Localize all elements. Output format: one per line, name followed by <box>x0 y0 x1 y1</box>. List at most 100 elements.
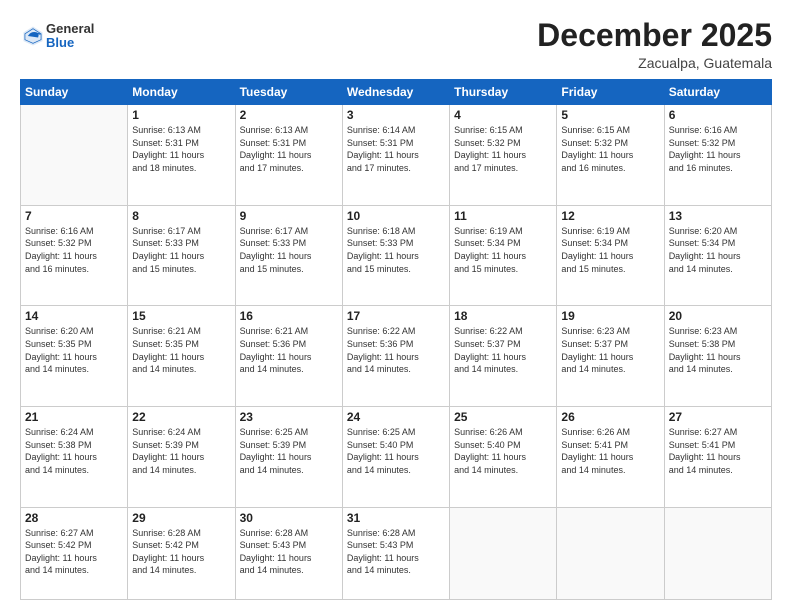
day-number: 14 <box>25 309 123 323</box>
table-row: 6 Sunrise: 6:16 AM Sunset: 5:32 PM Daylig… <box>664 105 771 206</box>
day-number: 8 <box>132 209 230 223</box>
day-number: 21 <box>25 410 123 424</box>
day-info: Sunrise: 6:23 AM Sunset: 5:38 PM Dayligh… <box>669 325 767 375</box>
day-info: Sunrise: 6:21 AM Sunset: 5:35 PM Dayligh… <box>132 325 230 375</box>
table-row <box>664 507 771 599</box>
table-row: 23Sunrise: 6:25 AM Sunset: 5:39 PM Dayli… <box>235 407 342 508</box>
month-title: December 2025 <box>537 18 772 53</box>
day-number: 31 <box>347 511 445 525</box>
table-row: 31 Sunrise: 6:28 AM Sunset: 5:43 PM Dayli… <box>342 507 449 599</box>
day-info: Sunrise: 6:24 AM Sunset: 5:39 PM Dayligh… <box>132 426 230 476</box>
col-monday: Monday <box>128 80 235 105</box>
day-number: 5 <box>561 108 659 122</box>
location-subtitle: Zacualpa, Guatemala <box>537 55 772 71</box>
table-row: 5 Sunrise: 6:15 AM Sunset: 5:32 PM Daylig… <box>557 105 664 206</box>
calendar-week-4: 28Sunrise: 6:27 AM Sunset: 5:42 PM Dayli… <box>21 507 772 599</box>
table-row <box>557 507 664 599</box>
table-row: 20Sunrise: 6:23 AM Sunset: 5:38 PM Dayli… <box>664 306 771 407</box>
day-info: Sunrise: 6:28 AM Sunset: 5:43 PM Dayligh… <box>347 527 445 577</box>
calendar-week-3: 21 Sunrise: 6:24 AM Sunset: 5:38 PM Dayli… <box>21 407 772 508</box>
day-number: 19 <box>561 309 659 323</box>
table-row: 26Sunrise: 6:26 AM Sunset: 5:41 PM Dayli… <box>557 407 664 508</box>
day-info: Sunrise: 6:20 AM Sunset: 5:34 PM Dayligh… <box>669 225 767 275</box>
calendar-table: Sunday Monday Tuesday Wednesday Thursday… <box>20 79 772 600</box>
table-row: 19Sunrise: 6:23 AM Sunset: 5:37 PM Dayli… <box>557 306 664 407</box>
table-row <box>21 105 128 206</box>
table-row: 22 Sunrise: 6:24 AM Sunset: 5:39 PM Dayli… <box>128 407 235 508</box>
table-row: 11 Sunrise: 6:19 AM Sunset: 5:34 PM Dayli… <box>450 205 557 306</box>
table-row: 29Sunrise: 6:28 AM Sunset: 5:42 PM Dayli… <box>128 507 235 599</box>
col-wednesday: Wednesday <box>342 80 449 105</box>
table-row: 27 Sunrise: 6:27 AM Sunset: 5:41 PM Dayli… <box>664 407 771 508</box>
calendar-header-row: Sunday Monday Tuesday Wednesday Thursday… <box>21 80 772 105</box>
day-number: 2 <box>240 108 338 122</box>
day-info: Sunrise: 6:21 AM Sunset: 5:36 PM Dayligh… <box>240 325 338 375</box>
table-row: 14 Sunrise: 6:20 AM Sunset: 5:35 PM Dayli… <box>21 306 128 407</box>
calendar-week-0: 1 Sunrise: 6:13 AM Sunset: 5:31 PM Daylig… <box>21 105 772 206</box>
day-number: 11 <box>454 209 552 223</box>
table-row: 21 Sunrise: 6:24 AM Sunset: 5:38 PM Dayli… <box>21 407 128 508</box>
calendar-week-1: 7 Sunrise: 6:16 AM Sunset: 5:32 PM Daylig… <box>21 205 772 306</box>
day-info: Sunrise: 6:17 AM Sunset: 5:33 PM Dayligh… <box>132 225 230 275</box>
day-info: Sunrise: 6:16 AM Sunset: 5:32 PM Dayligh… <box>25 225 123 275</box>
day-info: Sunrise: 6:15 AM Sunset: 5:32 PM Dayligh… <box>454 124 552 174</box>
table-row: 7 Sunrise: 6:16 AM Sunset: 5:32 PM Daylig… <box>21 205 128 306</box>
day-info: Sunrise: 6:13 AM Sunset: 5:31 PM Dayligh… <box>132 124 230 174</box>
col-sunday: Sunday <box>21 80 128 105</box>
table-row: 30Sunrise: 6:28 AM Sunset: 5:43 PM Dayli… <box>235 507 342 599</box>
day-info: Sunrise: 6:18 AM Sunset: 5:33 PM Dayligh… <box>347 225 445 275</box>
table-row: 18 Sunrise: 6:22 AM Sunset: 5:37 PM Dayli… <box>450 306 557 407</box>
logo-general-text: General <box>46 22 94 36</box>
table-row: 8 Sunrise: 6:17 AM Sunset: 5:33 PM Daylig… <box>128 205 235 306</box>
day-number: 3 <box>347 108 445 122</box>
day-number: 1 <box>132 108 230 122</box>
day-number: 6 <box>669 108 767 122</box>
day-number: 30 <box>240 511 338 525</box>
day-number: 12 <box>561 209 659 223</box>
day-number: 17 <box>347 309 445 323</box>
col-friday: Friday <box>557 80 664 105</box>
day-number: 22 <box>132 410 230 424</box>
table-row: 4 Sunrise: 6:15 AM Sunset: 5:32 PM Daylig… <box>450 105 557 206</box>
logo-blue-text: Blue <box>46 36 94 50</box>
day-number: 29 <box>132 511 230 525</box>
table-row: 15 Sunrise: 6:21 AM Sunset: 5:35 PM Dayli… <box>128 306 235 407</box>
day-info: Sunrise: 6:20 AM Sunset: 5:35 PM Dayligh… <box>25 325 123 375</box>
day-number: 10 <box>347 209 445 223</box>
day-info: Sunrise: 6:22 AM Sunset: 5:37 PM Dayligh… <box>454 325 552 375</box>
title-block: December 2025 Zacualpa, Guatemala <box>537 18 772 71</box>
day-number: 13 <box>669 209 767 223</box>
day-info: Sunrise: 6:24 AM Sunset: 5:38 PM Dayligh… <box>25 426 123 476</box>
day-number: 18 <box>454 309 552 323</box>
day-info: Sunrise: 6:27 AM Sunset: 5:41 PM Dayligh… <box>669 426 767 476</box>
day-number: 25 <box>454 410 552 424</box>
day-info: Sunrise: 6:19 AM Sunset: 5:34 PM Dayligh… <box>454 225 552 275</box>
col-tuesday: Tuesday <box>235 80 342 105</box>
table-row: 28Sunrise: 6:27 AM Sunset: 5:42 PM Dayli… <box>21 507 128 599</box>
table-row: 13 Sunrise: 6:20 AM Sunset: 5:34 PM Dayli… <box>664 205 771 306</box>
day-info: Sunrise: 6:16 AM Sunset: 5:32 PM Dayligh… <box>669 124 767 174</box>
table-row: 17Sunrise: 6:22 AM Sunset: 5:36 PM Dayli… <box>342 306 449 407</box>
logo-icon <box>22 25 44 47</box>
day-number: 7 <box>25 209 123 223</box>
col-thursday: Thursday <box>450 80 557 105</box>
table-row <box>450 507 557 599</box>
day-number: 15 <box>132 309 230 323</box>
col-saturday: Saturday <box>664 80 771 105</box>
table-row: 9Sunrise: 6:17 AM Sunset: 5:33 PM Daylig… <box>235 205 342 306</box>
day-number: 27 <box>669 410 767 424</box>
day-number: 16 <box>240 309 338 323</box>
day-info: Sunrise: 6:19 AM Sunset: 5:34 PM Dayligh… <box>561 225 659 275</box>
day-number: 4 <box>454 108 552 122</box>
day-number: 24 <box>347 410 445 424</box>
table-row: 10 Sunrise: 6:18 AM Sunset: 5:33 PM Dayli… <box>342 205 449 306</box>
table-row: 24 Sunrise: 6:25 AM Sunset: 5:40 PM Dayli… <box>342 407 449 508</box>
day-info: Sunrise: 6:25 AM Sunset: 5:40 PM Dayligh… <box>347 426 445 476</box>
table-row: 12 Sunrise: 6:19 AM Sunset: 5:34 PM Dayli… <box>557 205 664 306</box>
day-info: Sunrise: 6:15 AM Sunset: 5:32 PM Dayligh… <box>561 124 659 174</box>
day-info: Sunrise: 6:14 AM Sunset: 5:31 PM Dayligh… <box>347 124 445 174</box>
day-info: Sunrise: 6:26 AM Sunset: 5:40 PM Dayligh… <box>454 426 552 476</box>
logo-text: General Blue <box>46 22 94 51</box>
day-number: 9 <box>240 209 338 223</box>
day-info: Sunrise: 6:26 AM Sunset: 5:41 PM Dayligh… <box>561 426 659 476</box>
